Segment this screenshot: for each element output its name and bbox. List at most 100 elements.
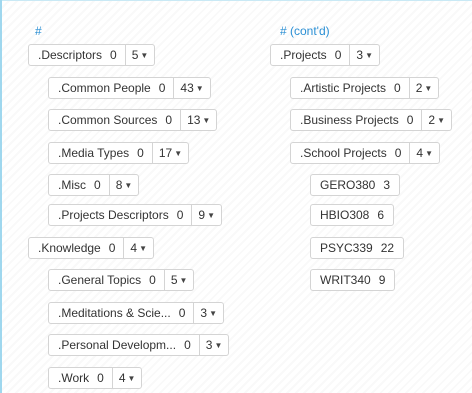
caret-down-icon: ▼ bbox=[139, 243, 148, 253]
tag-child-count: 4 bbox=[416, 146, 424, 160]
tag-children-toggle[interactable]: 4 ▼ bbox=[123, 238, 153, 258]
frame-top-border bbox=[0, 0, 472, 1]
tag-note-count: 0 bbox=[94, 178, 101, 192]
caret-down-icon: ▼ bbox=[124, 180, 133, 190]
tag-child-count: 5 bbox=[131, 48, 139, 62]
caret-down-icon: ▼ bbox=[127, 373, 136, 383]
tag-children-toggle[interactable]: 5 ▼ bbox=[124, 45, 155, 65]
tag-note-count: 3 bbox=[383, 178, 391, 192]
tag-note-count: 0 bbox=[406, 113, 414, 127]
caret-down-icon: ▼ bbox=[140, 50, 149, 60]
tag-name: .Projects Descriptors bbox=[58, 208, 169, 222]
tag-work[interactable]: .Work 0 4 ▼ bbox=[48, 367, 143, 389]
caret-down-icon: ▼ bbox=[202, 115, 211, 125]
tag-gero380[interactable]: GERO380 3 bbox=[310, 174, 401, 196]
tag-artistic-projects[interactable]: .Artistic Projects 0 2 ▼ bbox=[290, 77, 440, 99]
tag-business-projects[interactable]: .Business Projects 0 2 ▼ bbox=[290, 109, 453, 131]
tag-psyc339[interactable]: PSYC339 22 bbox=[310, 237, 405, 259]
caret-down-icon: ▼ bbox=[214, 340, 223, 350]
caret-down-icon: ▼ bbox=[365, 50, 373, 60]
tag-child-count: 4 bbox=[130, 241, 138, 255]
tag-name: .Misc bbox=[58, 178, 86, 192]
tag-name: WRIT340 bbox=[320, 273, 371, 287]
tag-children-toggle[interactable]: 3 ▼ bbox=[349, 45, 379, 65]
tag-child-count: 3 bbox=[205, 338, 213, 352]
tag-note-count: 0 bbox=[176, 208, 184, 222]
tag-child-count: 2 bbox=[415, 81, 423, 95]
tag-misc[interactable]: .Misc 0 8 ▼ bbox=[48, 174, 140, 196]
tag-note-count: 0 bbox=[178, 306, 186, 320]
tag-name: .Projects bbox=[280, 48, 327, 62]
tag-child-count: 2 bbox=[428, 113, 436, 127]
tag-name: .Artistic Projects bbox=[300, 81, 387, 95]
tag-common-people[interactable]: .Common People 0 43 ▼ bbox=[48, 77, 211, 99]
tag-child-count: 3 bbox=[200, 306, 208, 320]
tag-note-count: 0 bbox=[149, 273, 156, 287]
tag-note-count: 6 bbox=[377, 208, 385, 222]
tag-name: .Meditations & Scie... bbox=[58, 306, 171, 320]
tag-name: .School Projects bbox=[300, 146, 387, 160]
tag-children-toggle[interactable]: 2 ▼ bbox=[408, 78, 439, 98]
tag-child-count: 9 bbox=[198, 208, 206, 222]
tag-children-toggle[interactable]: 4 ▼ bbox=[409, 143, 439, 163]
tag-note-count: 0 bbox=[158, 81, 166, 95]
tag-note-count: 0 bbox=[110, 48, 117, 62]
tag-name: .Common Sources bbox=[58, 113, 158, 127]
tag-note-count: 0 bbox=[394, 81, 401, 95]
frame-left-border bbox=[0, 0, 2, 393]
tag-note-count: 0 bbox=[165, 113, 173, 127]
tag-name: .Personal Developm... bbox=[58, 338, 177, 352]
tag-child-count: 5 bbox=[170, 273, 178, 287]
tag-note-count: 9 bbox=[378, 273, 386, 287]
tag-note-count: 0 bbox=[137, 146, 144, 160]
tag-personal-development[interactable]: .Personal Developm... 0 3 ▼ bbox=[48, 334, 230, 356]
tag-name: .Business Projects bbox=[300, 113, 399, 127]
tag-children-toggle[interactable]: 5 ▼ bbox=[163, 270, 194, 290]
tag-child-count: 43 bbox=[180, 81, 194, 95]
left-column-header: # bbox=[35, 24, 42, 38]
tag-children-toggle[interactable]: 13 ▼ bbox=[180, 110, 216, 130]
tag-name: .Work bbox=[58, 371, 90, 385]
tag-name: .Media Types bbox=[58, 146, 130, 160]
tag-writ340[interactable]: WRIT340 9 bbox=[310, 269, 396, 291]
tag-descriptors[interactable]: .Descriptors 0 5 ▼ bbox=[28, 44, 156, 66]
right-column-header: # (cont'd) bbox=[280, 24, 330, 38]
tag-name: .General Topics bbox=[58, 273, 142, 287]
tag-name: GERO380 bbox=[320, 178, 376, 192]
caret-down-icon: ▼ bbox=[179, 275, 188, 285]
tag-name: .Knowledge bbox=[38, 241, 101, 255]
tag-children-toggle[interactable]: 43 ▼ bbox=[173, 78, 209, 98]
tag-note-count: 0 bbox=[334, 48, 342, 62]
tag-children-toggle[interactable]: 17 ▼ bbox=[151, 143, 188, 163]
tag-child-count: 13 bbox=[187, 113, 201, 127]
tag-common-sources[interactable]: .Common Sources 0 13 ▼ bbox=[48, 109, 218, 131]
tag-note-count: 0 bbox=[108, 241, 116, 255]
tag-name: .Descriptors bbox=[38, 48, 103, 62]
tag-name: .Common People bbox=[58, 81, 151, 95]
tag-child-count: 3 bbox=[356, 48, 364, 62]
tag-children-toggle[interactable]: 4 ▼ bbox=[111, 368, 142, 388]
tag-children-toggle[interactable]: 8 ▼ bbox=[108, 175, 139, 195]
tag-general-topics[interactable]: .General Topics 0 5 ▼ bbox=[48, 269, 195, 291]
caret-down-icon: ▼ bbox=[425, 148, 434, 158]
caret-down-icon: ▼ bbox=[437, 115, 446, 125]
tag-name: HBIO308 bbox=[320, 208, 370, 222]
tag-child-count: 17 bbox=[158, 146, 173, 160]
tag-projects[interactable]: .Projects 0 3 ▼ bbox=[270, 44, 380, 66]
caret-down-icon: ▼ bbox=[195, 83, 204, 93]
tag-knowledge[interactable]: .Knowledge 0 4 ▼ bbox=[28, 237, 155, 259]
tag-media-types[interactable]: .Media Types 0 17 ▼ bbox=[48, 142, 190, 164]
caret-down-icon: ▼ bbox=[209, 308, 218, 318]
tag-note-count: 0 bbox=[184, 338, 191, 352]
tag-children-toggle[interactable]: 3 ▼ bbox=[193, 303, 223, 323]
caret-down-icon: ▼ bbox=[174, 148, 183, 158]
tag-projects-descriptors[interactable]: .Projects Descriptors 0 9 ▼ bbox=[48, 204, 222, 226]
tag-name: PSYC339 bbox=[320, 241, 373, 255]
tag-children-toggle[interactable]: 3 ▼ bbox=[198, 335, 229, 355]
tag-children-toggle[interactable]: 2 ▼ bbox=[421, 110, 451, 130]
tag-note-count: 0 bbox=[97, 371, 104, 385]
tag-children-toggle[interactable]: 9 ▼ bbox=[191, 205, 221, 225]
tag-school-projects[interactable]: .School Projects 0 4 ▼ bbox=[290, 142, 441, 164]
tag-hbio308[interactable]: HBIO308 6 bbox=[310, 204, 395, 226]
tag-meditations-science[interactable]: .Meditations & Scie... 0 3 ▼ bbox=[48, 302, 225, 324]
